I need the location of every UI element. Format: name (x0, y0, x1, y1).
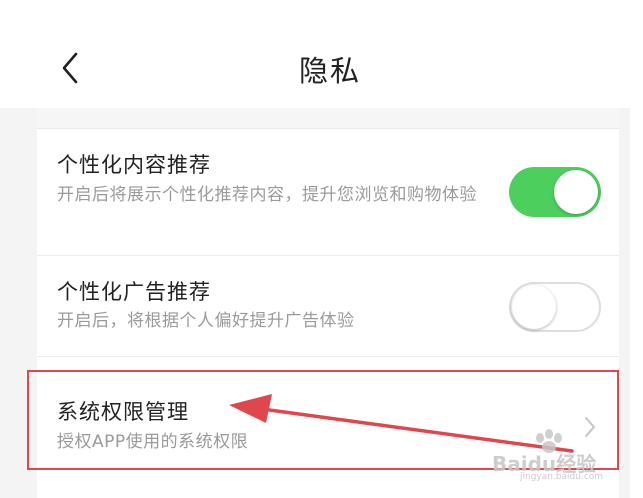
setting-title: 个性化广告推荐 (57, 280, 211, 304)
toggle-knob (512, 285, 556, 329)
setting-description: 开启后将展示个性化推荐内容，提升您浏览和购物体验 (57, 185, 477, 205)
personalized-ads-toggle[interactable] (509, 282, 601, 332)
setting-title: 系统权限管理 (57, 400, 189, 424)
setting-description: 开启后，将根据个人偏好提升广告体验 (57, 311, 355, 331)
divider (37, 356, 619, 357)
setting-row-system-permissions[interactable]: 系统权限管理 授权APP使用的系统权限 (37, 372, 619, 468)
top-bar: 隐私 (0, 0, 630, 108)
setting-row-personalized-ads: 个性化广告推荐 开启后，将根据个人偏好提升广告体验 (37, 256, 619, 356)
section-gap (37, 108, 619, 129)
setting-title: 个性化内容推荐 (57, 153, 211, 177)
setting-description: 授权APP使用的系统权限 (57, 432, 249, 452)
setting-row-personalized-content: 个性化内容推荐 开启后将展示个性化推荐内容，提升您浏览和购物体验 (37, 129, 619, 255)
page-title: 隐私 (298, 54, 361, 88)
toggle-knob (554, 170, 598, 214)
chevron-right-icon (585, 417, 595, 437)
personalized-content-toggle[interactable] (509, 167, 601, 217)
